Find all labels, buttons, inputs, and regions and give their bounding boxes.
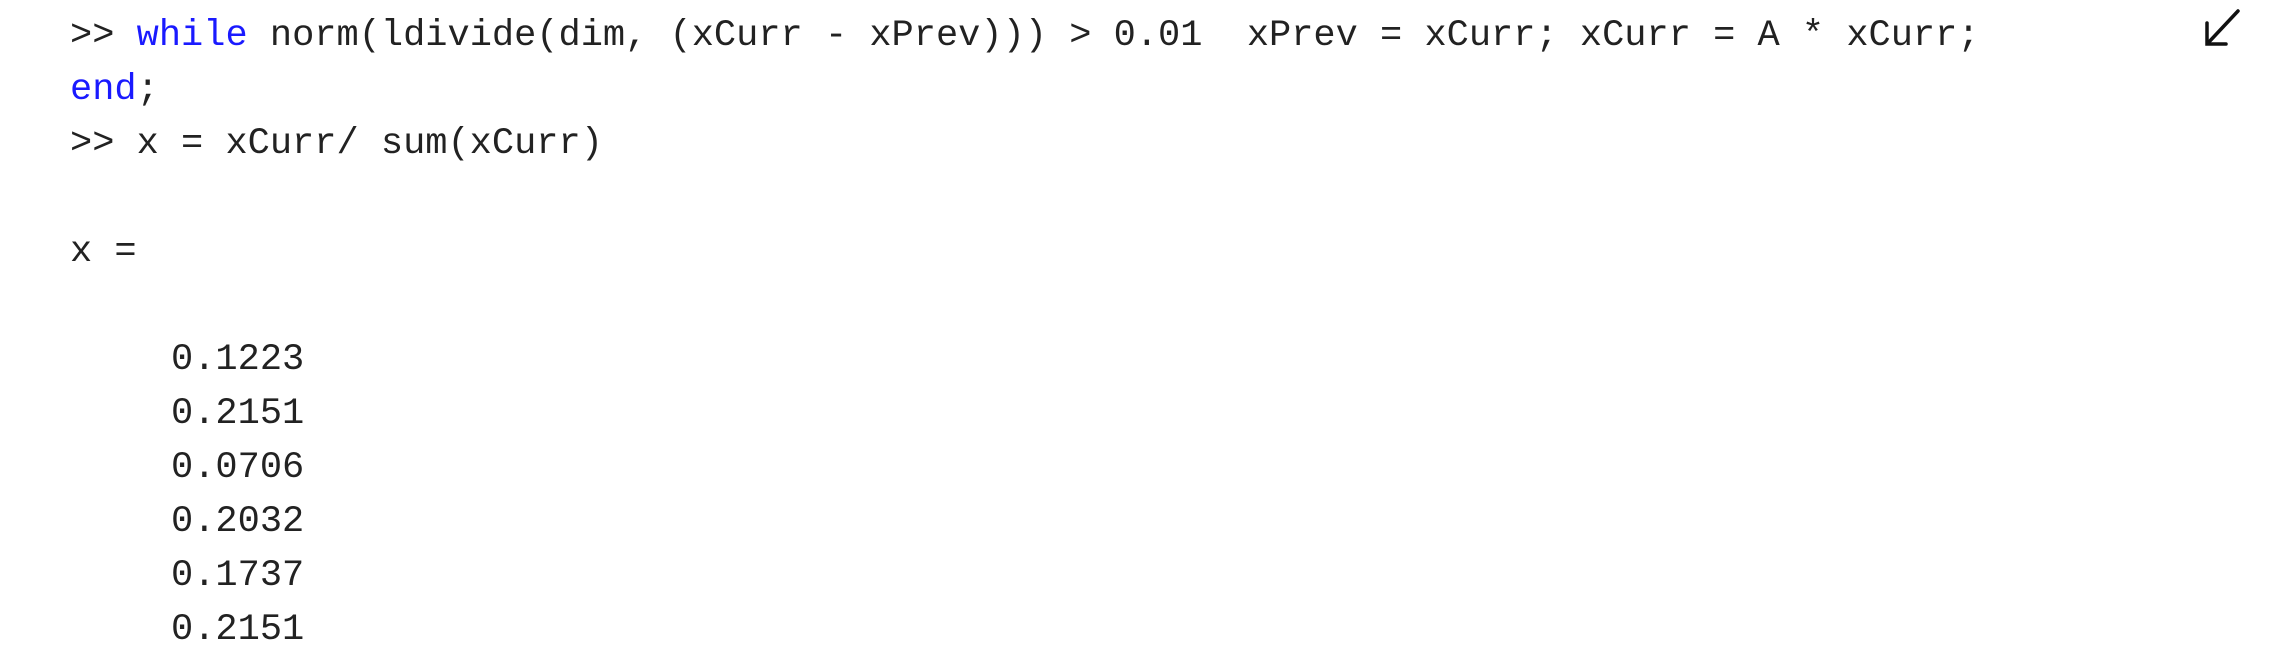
command-line-end: end; — [70, 63, 159, 117]
output-value: 0.1737 — [171, 555, 305, 597]
end-suffix: ; — [136, 69, 159, 111]
prompt: >> — [70, 15, 137, 57]
keyword-end: end — [70, 69, 137, 111]
keyword-while: while — [136, 15, 248, 57]
output-value: 0.0706 — [171, 447, 305, 489]
arrow-down-left-icon — [2205, 9, 2240, 46]
command-text: x = xCurr/ sum(xCurr) — [136, 123, 603, 165]
command-text: norm(ldivide(dim, (xCurr - xPrev))) > 0.… — [247, 15, 1980, 57]
output-value: 0.2151 — [171, 609, 305, 651]
command-window[interactable]: >> while norm(ldivide(dim, (xCurr - xPre… — [0, 0, 2271, 651]
command-line-normalize: >> x = xCurr/ sum(xCurr) — [70, 117, 603, 171]
output-value: 0.2151 — [171, 393, 305, 435]
output-variable-header: x = — [70, 231, 137, 273]
output-value: 0.2032 — [171, 501, 305, 543]
output-value: 0.1223 — [171, 339, 305, 381]
prompt: >> — [70, 123, 137, 165]
command-line-while: >> while norm(ldivide(dim, (xCurr - xPre… — [70, 9, 1980, 63]
